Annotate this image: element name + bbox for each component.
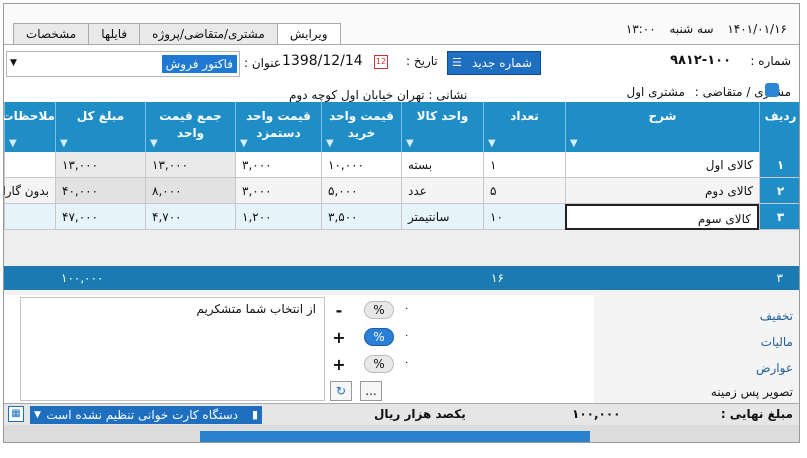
filter-icon[interactable]: ▼ [150,138,158,149]
footer-count: ۳ [776,271,783,285]
tab-strip: ویرایش مشتری/متقاضی/پروژه فایلها مشخصات [13,23,341,46]
torn-edge [4,425,799,442]
list-icon: ☰ [452,56,462,69]
plus-button[interactable]: + [332,355,346,374]
chevron-down-icon: ▼ [10,58,17,68]
card-icon: ▮ [251,408,258,421]
table-row[interactable]: ۳ کالای سوم ۱۰ سانتیمتر ۳,۵۰۰ ۱,۲۰۰ ۴,۷۰… [4,204,799,230]
invoice-header: شماره : ۹۸۱۲-۱۰۰ ☰ شماره جدید تاریخ : 12… [4,44,799,102]
customer-value: مشتری اول [626,85,685,99]
table-row[interactable]: ۱ کالای اول ۱ بسته ۱۰,۰۰۰ ۳,۰۰۰ ۱۳,۰۰۰ ۱… [4,152,799,178]
tax-label: مالیات [760,335,793,349]
tab-files[interactable]: فایلها [88,23,141,45]
calendar-icon[interactable]: 12 [374,55,388,69]
footer-amount-total: ۱۰۰,۰۰۰ [61,271,104,285]
status-bar: ▦ ▼ دستگاه کارت خوانی تنظیم نشده است ▮ ی… [4,403,799,425]
title-select[interactable]: ▼ فاکتور فروش [6,51,240,77]
address-line: نشانی : تهران خیابان اول کوچه دوم [289,88,468,102]
filter-icon[interactable]: ▼ [9,138,17,149]
status-clock: ۱۴۰۱/۰۱/۱۶ سه شنبه ۱۳:۰۰ [616,22,787,36]
table-row[interactable]: ۲ کالای دوم ۵ عدد ۵,۰۰۰ ۳,۰۰۰ ۸,۰۰۰ ۴۰,۰… [4,178,799,204]
col-unit[interactable]: واحد کالا ▼ [401,102,483,152]
final-amount: ۱۰۰,۰۰۰ [572,407,621,421]
weekday-text: سه شنبه [669,22,714,36]
top-bar: ۱۴۰۱/۰۱/۱۶ سه شنبه ۱۳:۰۰ ویرایش مشتری/مت… [4,4,799,46]
adjustments-panel: از انتخاب شما متشکریم - % ۰ + % ۰ + % ۰ … [4,295,799,403]
duties-label: عوارض [756,361,793,375]
col-total[interactable]: مبلغ کل ▼ [55,102,145,152]
discount-value[interactable]: ۰ [404,303,409,314]
title-value: فاکتور فروش [161,55,237,73]
title-label: عنوان : [244,56,281,70]
chevron-down-icon: ▼ [34,410,41,420]
background-image-label: تصویر پس زمینه [710,385,793,399]
time-text: ۱۳:۰۰ [625,22,656,36]
date-text: ۱۴۰۱/۰۱/۱۶ [727,22,787,36]
minus-button[interactable]: - [332,301,346,320]
col-notes[interactable]: ملاحظات ▼ [4,102,55,152]
number-value[interactable]: ۹۸۱۲-۱۰۰ [670,53,731,68]
grid-empty-area [4,230,799,266]
filter-icon[interactable]: ▼ [240,138,248,149]
browse-button[interactable]: ... [360,381,382,401]
tab-edit[interactable]: ویرایش [276,23,341,46]
duties-value[interactable]: ۰ [404,357,409,368]
final-amount-label: مبلغ نهایی : [720,407,793,421]
col-buy-price[interactable]: قیمت واحد خرید ▼ [321,102,401,152]
col-unit-sum[interactable]: جمع قیمت واحد ▼ [145,102,235,152]
plus-button[interactable]: + [332,328,346,347]
grid-footer: ۳ ۱۶ ۱۰۰,۰۰۰ [4,266,799,290]
cropped-toolbar [200,431,590,442]
filter-icon[interactable]: ▼ [326,138,334,149]
tax-percent-toggle[interactable]: % [364,328,394,346]
refresh-icon[interactable]: ↻ [330,381,352,401]
address-value: تهران خیابان اول کوچه دوم [289,88,425,102]
footer-qty-total: ۱۶ [491,271,504,285]
col-qty[interactable]: تعداد ▼ [483,102,565,152]
filter-icon[interactable]: ▼ [406,138,414,149]
new-number-button[interactable]: ☰ شماره جدید [447,51,541,75]
notes-textarea[interactable]: از انتخاب شما متشکریم [20,297,325,401]
adjustment-labels: تخفیف مالیات عوارض تصویر پس زمینه [594,295,799,403]
invoice-window: ۱۴۰۱/۰۱/۱۶ سه شنبه ۱۳:۰۰ ویرایش مشتری/مت… [3,3,800,443]
calculator-icon[interactable]: ▦ [8,406,24,422]
tab-specs[interactable]: مشخصات [13,23,90,45]
card-reader-select[interactable]: ▼ دستگاه کارت خوانی تنظیم نشده است ▮ [30,406,262,424]
duties-percent-toggle[interactable]: % [364,355,394,373]
date-value[interactable]: 1398/12/14 [282,53,363,69]
col-row[interactable]: ردیف [759,102,799,152]
tax-value[interactable]: ۰ [404,330,409,341]
filter-icon[interactable]: ▼ [60,138,68,149]
total-in-words: یکصد هزار ریال [374,407,466,421]
col-desc[interactable]: شرح ▼ [565,102,759,152]
number-label: شماره : [750,54,791,68]
filter-icon[interactable]: ▼ [570,138,578,149]
discount-label: تخفیف [759,309,793,323]
discount-percent-toggle[interactable]: % [364,301,394,319]
customer-icon[interactable] [765,83,779,97]
date-label: تاریخ : [406,54,438,68]
filter-icon[interactable]: ▼ [488,138,496,149]
col-labor-price[interactable]: قیمت واحد دستمزد ▼ [235,102,321,152]
tab-customer-project[interactable]: مشتری/متقاضی/پروژه [139,23,278,45]
